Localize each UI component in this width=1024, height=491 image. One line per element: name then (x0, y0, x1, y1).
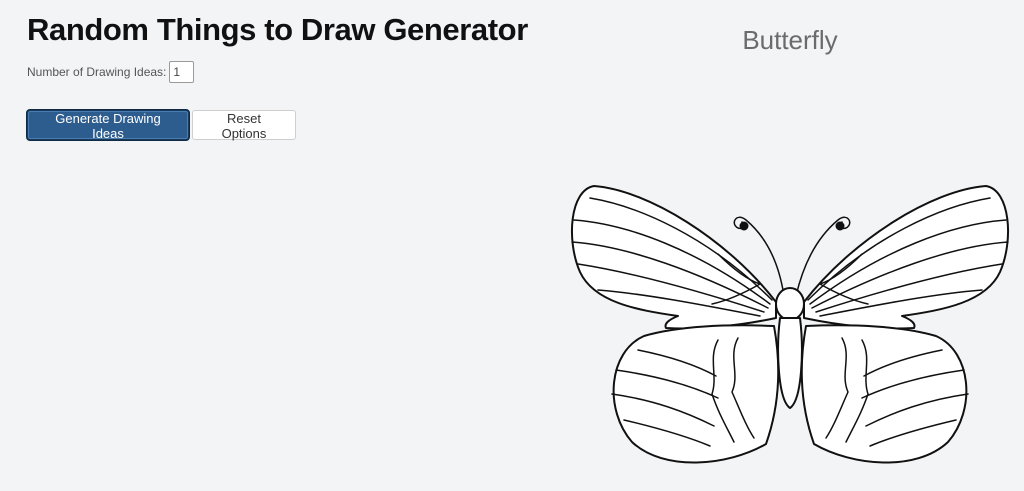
butterfly-body (777, 317, 803, 409)
generate-button[interactable]: Generate Drawing Ideas (27, 110, 189, 141)
result-idea: Butterfly (742, 25, 838, 55)
count-label: Number of Drawing Ideas: (27, 65, 167, 79)
action-buttons: Generate Drawing Ideas Reset Options (27, 110, 296, 141)
butterfly-head (775, 287, 805, 321)
left-antenna-tip (739, 221, 749, 231)
count-input[interactable] (169, 61, 195, 83)
count-row: Number of Drawing Ideas: (27, 61, 195, 83)
left-hindwing (612, 324, 780, 464)
generator-page: Random Things to Draw Generator Number o… (0, 0, 1024, 491)
page-title: Random Things to Draw Generator (27, 12, 528, 47)
right-forewing (803, 185, 1010, 330)
reset-button[interactable]: Reset Options (192, 110, 296, 141)
right-antenna-tip (835, 221, 845, 231)
right-hindwing (800, 324, 968, 464)
butterfly-illustration (570, 185, 1010, 464)
left-forewing (570, 185, 777, 330)
